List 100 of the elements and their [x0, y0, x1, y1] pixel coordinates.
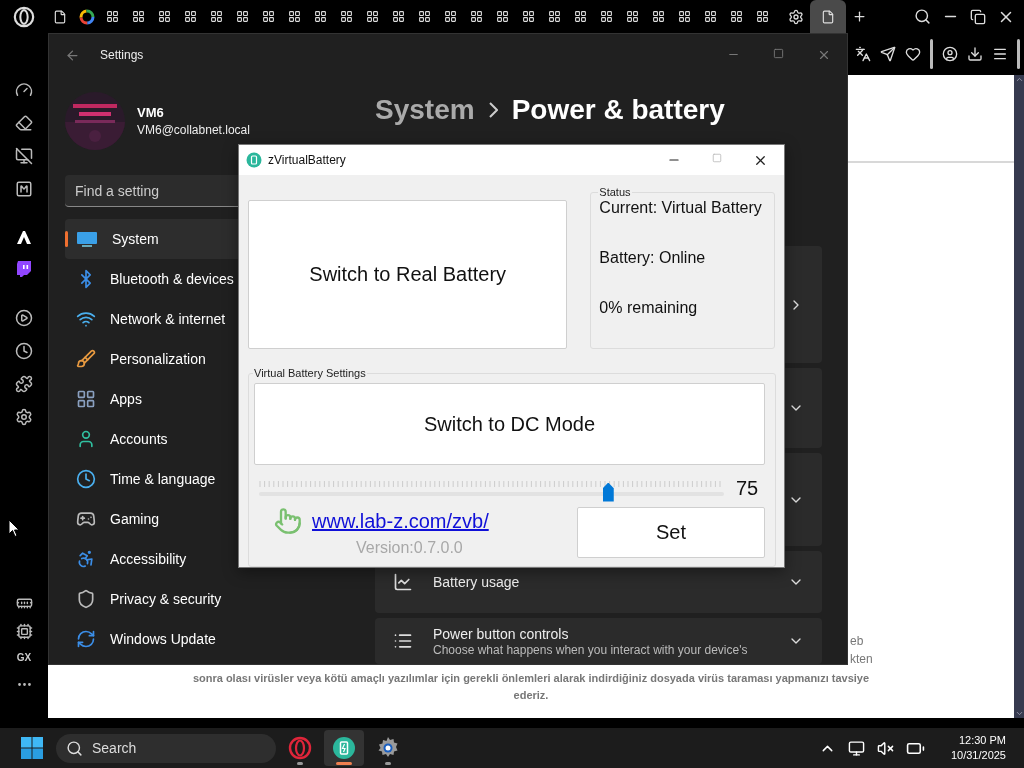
maximize-icon[interactable]: [773, 48, 784, 59]
gauge-icon[interactable]: [15, 81, 33, 99]
heart-icon[interactable]: [905, 46, 921, 62]
brush-icon: [76, 349, 96, 369]
restore-icon[interactable]: [970, 8, 986, 25]
grid-icon[interactable]: [366, 10, 379, 23]
page-text: eb: [850, 633, 865, 650]
battery-app-icon: [246, 152, 262, 168]
play-icon[interactable]: [15, 309, 33, 327]
new-tab-icon[interactable]: [852, 9, 867, 24]
window-title: Settings: [100, 48, 144, 62]
clock-icon: [76, 469, 96, 489]
gx-label[interactable]: GX: [16, 651, 32, 665]
colored-ring-icon[interactable]: [79, 8, 95, 25]
status-text: Battery: Online: [599, 248, 707, 268]
scrollbar[interactable]: [1014, 75, 1024, 718]
website-link[interactable]: www.lab-z.com/zvb/: [312, 509, 489, 533]
grid-icon[interactable]: [522, 10, 535, 23]
grid-icon[interactable]: [236, 10, 249, 23]
apps-icon: [76, 389, 96, 409]
grid-icon[interactable]: [678, 10, 691, 23]
clock-time: 12:30 PM: [958, 733, 1006, 748]
search-icon[interactable]: [914, 8, 931, 25]
grid-icon[interactable]: [340, 10, 353, 23]
taskbar-app[interactable]: [324, 730, 364, 766]
page-text: kten: [850, 651, 874, 668]
letter-box-icon[interactable]: [15, 180, 33, 198]
browser-tab[interactable]: [810, 0, 846, 33]
grid-icon[interactable]: [132, 10, 145, 23]
grid-icon[interactable]: [392, 10, 405, 23]
set-button[interactable]: Set: [577, 507, 765, 558]
settings-icon[interactable]: [15, 408, 33, 426]
mouse-pointer-icon: [8, 519, 20, 538]
card-title: Battery usage: [433, 574, 521, 590]
windows-start-icon[interactable]: [20, 736, 44, 760]
gamepad-icon: [76, 509, 96, 529]
grid-icon[interactable]: [704, 10, 717, 23]
clock-date: 10/31/2025: [950, 748, 1006, 763]
ring-icon: [288, 736, 312, 760]
profile-icon[interactable]: [942, 46, 958, 62]
settings-card[interactable]: Power button controls Choose what happens when you interact with your device's: [375, 618, 822, 664]
search-field[interactable]: Search: [56, 733, 276, 763]
grid-icon[interactable]: [158, 10, 171, 23]
grid-icon[interactable]: [184, 10, 197, 23]
nav-item[interactable]: Windows Update: [65, 619, 335, 659]
download-icon[interactable]: [967, 46, 983, 62]
cpu-icon[interactable]: [15, 623, 33, 640]
grid-icon[interactable]: [600, 10, 613, 23]
window-title: zVirtualBattery: [268, 153, 346, 167]
translate-icon[interactable]: [855, 46, 871, 62]
user-name: VM6: [137, 105, 165, 120]
back-icon[interactable]: [65, 47, 80, 63]
grid-icon[interactable]: [574, 10, 587, 23]
monitor-icon: [76, 231, 98, 247]
history-icon[interactable]: [15, 342, 33, 360]
mode-button[interactable]: Switch to DC Mode: [254, 383, 765, 465]
slider-thumb[interactable]: [602, 482, 614, 502]
grid-icon[interactable]: [418, 10, 431, 23]
card-subtitle: Choose what happens when you interact with your device's: [433, 642, 749, 657]
refresh-icon: [76, 629, 96, 649]
grid-icon[interactable]: [548, 10, 561, 23]
grid-icon[interactable]: [262, 10, 275, 23]
eraser-icon[interactable]: [15, 114, 33, 132]
grid-icon[interactable]: [626, 10, 639, 23]
grid-icon[interactable]: [652, 10, 665, 23]
grid-icon[interactable]: [756, 10, 769, 23]
send-icon[interactable]: [880, 46, 896, 62]
list-icon: [393, 631, 413, 651]
accessibility-icon: [76, 549, 96, 569]
slider-value: 75: [736, 476, 759, 500]
status-text: Current: Virtual Battery: [599, 198, 763, 218]
notice-text: sonra olası virüsler veya kötü amaçlı yazılımlar için gerekli önlemleri alarak indirdiğiniz dosyada virüs taraması yapmanızı tavsiye ederiz.: [191, 671, 871, 703]
grid-icon[interactable]: [210, 10, 223, 23]
person-icon: [76, 429, 96, 449]
shield-icon: [76, 589, 96, 609]
peak-icon[interactable]: [15, 229, 33, 245]
menu-icon[interactable]: [992, 46, 1008, 62]
chat-bubble-icon[interactable]: [16, 260, 32, 278]
network-icon[interactable]: [847, 739, 865, 757]
battery-app-icon: [332, 736, 356, 760]
speaker-muted-icon[interactable]: [876, 739, 894, 757]
grid-icon[interactable]: [314, 10, 327, 23]
scroll-up-icon[interactable]: [1014, 75, 1024, 84]
switch-battery-button[interactable]: Switch to Real Battery: [248, 200, 568, 349]
grid-icon[interactable]: [470, 10, 483, 23]
grid-icon[interactable]: [496, 10, 509, 23]
grid-icon[interactable]: [730, 10, 743, 23]
scroll-down-icon[interactable]: [1014, 709, 1024, 718]
monitor-off-icon[interactable]: [15, 147, 33, 165]
card-title: Power button controls: [433, 625, 570, 642]
grid-icon[interactable]: [444, 10, 457, 23]
nav-item[interactable]: Privacy & security: [65, 579, 335, 619]
grid-icon[interactable]: [106, 10, 119, 23]
ring-logo-icon[interactable]: [13, 5, 35, 28]
clock[interactable]: 12:30 PM 10/31/2025: [936, 733, 1024, 763]
grid-icon[interactable]: [288, 10, 301, 23]
search-icon: [66, 739, 83, 757]
page-icon[interactable]: [53, 9, 67, 24]
puzzle-icon[interactable]: [15, 375, 33, 393]
settings-icon[interactable]: [788, 8, 804, 25]
